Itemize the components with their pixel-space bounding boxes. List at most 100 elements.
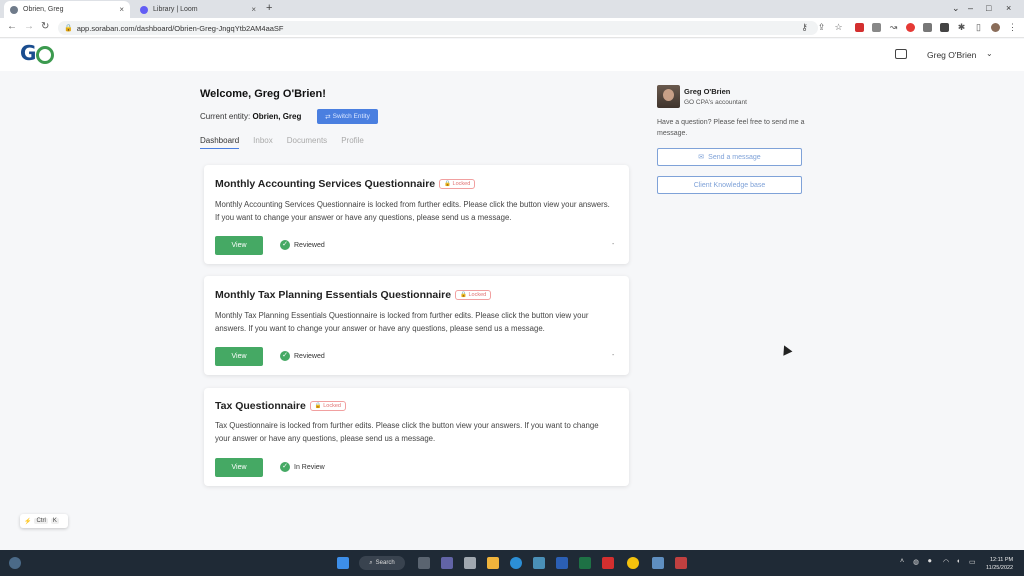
tab-label: Obrien, Greg	[23, 6, 64, 13]
weather-icon[interactable]	[9, 557, 21, 569]
entity-value: Obrien, Greg	[252, 112, 302, 121]
shortcut-hint[interactable]: ⚡ Ctrl K	[20, 514, 68, 528]
locked-badge: 🔒 Locked	[455, 290, 492, 301]
side-panel-icon[interactable]: ▯	[974, 23, 983, 32]
dashboard-tabs: Dashboard Inbox Documents Profile	[200, 136, 364, 149]
check-circle-icon: ✓	[280, 240, 290, 250]
card-title-text: Monthly Tax Planning Essentials Question…	[215, 289, 452, 301]
search-icon: ⌕	[369, 559, 373, 566]
mouse-cursor-icon	[779, 343, 793, 356]
loom-extension-icon[interactable]: ↝	[889, 23, 898, 32]
check-circle-icon: ✓	[280, 351, 290, 361]
word-icon[interactable]	[556, 557, 568, 569]
status-badge: ✓ Reviewed	[280, 351, 325, 361]
view-button[interactable]: View	[215, 458, 263, 477]
chevron-down-icon[interactable]: ⌄	[986, 49, 993, 58]
clock-date: 11/25/2022	[986, 565, 1014, 571]
tab-obrien-greg[interactable]: Obrien, Greg ×	[4, 1, 130, 18]
clock-time: 12:11 PM	[989, 557, 1014, 563]
pdf-extension-icon[interactable]	[855, 23, 864, 32]
close-tab-icon[interactable]: ×	[119, 5, 124, 14]
send-message-button[interactable]: ✉ Send a message	[657, 148, 802, 166]
status-text: In Review	[294, 463, 325, 471]
header-user-name[interactable]: Greg O'Brien	[927, 50, 976, 60]
status-text: Reviewed	[294, 352, 325, 360]
restore-icon[interactable]: □	[986, 3, 991, 13]
tab-profile[interactable]: Profile	[341, 136, 364, 149]
taskbar-search[interactable]: ⌕ Search	[359, 556, 405, 570]
locked-badge-text: Locked	[468, 292, 487, 299]
acrobat-icon[interactable]	[602, 557, 614, 569]
tab-dashboard[interactable]: Dashboard	[200, 136, 240, 149]
tab-library-loom[interactable]: Library | Loom ×	[134, 1, 262, 18]
status-text: Reviewed	[294, 241, 325, 249]
extension-icon[interactable]	[872, 23, 881, 32]
app-icon[interactable]	[464, 557, 476, 569]
minimize-icon[interactable]: –	[968, 3, 973, 13]
welcome-heading: Welcome, Greg O'Brien!	[200, 88, 326, 100]
bookmark-star-icon[interactable]: ☆	[834, 23, 843, 32]
tab-inbox[interactable]: Inbox	[253, 136, 273, 149]
file-explorer-icon[interactable]	[487, 557, 499, 569]
card-meta: -	[612, 241, 615, 248]
app-icon[interactable]	[533, 557, 545, 569]
back-icon[interactable]: ←	[7, 21, 17, 32]
current-entity: Current entity: Obrien, Greg	[200, 112, 301, 121]
volume-icon[interactable]: ◖	[956, 558, 960, 565]
tray-app-icon[interactable]: ◍	[913, 558, 919, 566]
task-view-icon[interactable]	[418, 557, 430, 569]
tab-search-icon[interactable]: ⌄	[952, 3, 960, 14]
company-logo[interactable]: G	[20, 41, 70, 69]
profile-avatar[interactable]	[991, 23, 1000, 32]
switch-entity-button[interactable]: ⇄ Switch Entity	[317, 109, 378, 124]
view-button[interactable]: View	[215, 236, 263, 255]
address-bar[interactable]: 🔒 app.soraban.com/dashboard/Obrien-Greg-…	[58, 21, 818, 35]
excel-icon[interactable]	[579, 557, 591, 569]
extension-badge-icon[interactable]	[906, 23, 915, 32]
teams-icon[interactable]	[441, 557, 453, 569]
lock-icon: 🔒	[64, 25, 73, 32]
knowledge-base-button[interactable]: Client Knowledge base	[657, 176, 802, 194]
app-icon[interactable]	[652, 557, 664, 569]
tab-label: Library | Loom	[153, 6, 198, 13]
chrome-icon[interactable]	[627, 557, 639, 569]
site-favicon-icon	[10, 5, 18, 14]
card-description: Monthly Accounting Services Questionnair…	[215, 200, 610, 222]
browser-tab-bar: Obrien, Greg × Library | Loom × + ⌄ – □ …	[0, 0, 1024, 18]
logo-o-shape	[36, 45, 55, 64]
browser-menu-icon[interactable]: ⋮	[1008, 23, 1017, 32]
questionnaire-card: Monthly Accounting Services Questionnair…	[204, 165, 629, 264]
share-icon[interactable]: ⇪	[817, 23, 826, 32]
taskbar-search-label: Search	[375, 560, 395, 566]
start-icon[interactable]	[337, 557, 349, 569]
accountant-role: GO CPA's accountant	[684, 99, 747, 106]
windows-taskbar: ⌕ Search ˄ ◍ ⏺ ◠ ◖ ▭ 12:11 PM 11/25/2022	[0, 550, 1024, 576]
forward-icon[interactable]: →	[24, 21, 34, 32]
accountant-name: Greg O'Brien	[684, 87, 731, 96]
edge-icon[interactable]	[510, 557, 522, 569]
wifi-icon[interactable]: ◠	[943, 558, 949, 566]
close-tab-icon[interactable]: ×	[251, 5, 256, 14]
logo-text: G	[20, 41, 55, 65]
system-clock[interactable]: 12:11 PM 11/25/2022	[986, 556, 1013, 572]
tray-chevron-icon[interactable]: ˄	[900, 558, 904, 565]
extension-icon[interactable]	[940, 23, 949, 32]
key-icon[interactable]: ⚷	[800, 23, 809, 32]
swap-icon: ⇄	[325, 113, 331, 121]
card-description: Tax Questionnaire is locked from further…	[215, 421, 599, 443]
card-meta: -	[612, 352, 615, 359]
chat-icon[interactable]	[895, 49, 907, 59]
battery-icon[interactable]: ▭	[969, 558, 976, 566]
shortcut-key-k: K	[50, 518, 59, 524]
bolt-icon: ⚡	[24, 518, 32, 525]
close-window-icon[interactable]: ×	[1006, 3, 1011, 13]
tab-documents[interactable]: Documents	[287, 136, 327, 149]
microphone-icon[interactable]: ⏺	[928, 558, 932, 566]
app-icon[interactable]	[675, 557, 687, 569]
extensions-puzzle-icon[interactable]: ✱	[957, 23, 966, 32]
view-button[interactable]: View	[215, 347, 263, 366]
new-tab-icon[interactable]: +	[266, 2, 272, 14]
extension-icon[interactable]	[923, 23, 932, 32]
switch-entity-label: Switch Entity	[332, 113, 370, 120]
reload-icon[interactable]: ↻	[41, 21, 49, 32]
